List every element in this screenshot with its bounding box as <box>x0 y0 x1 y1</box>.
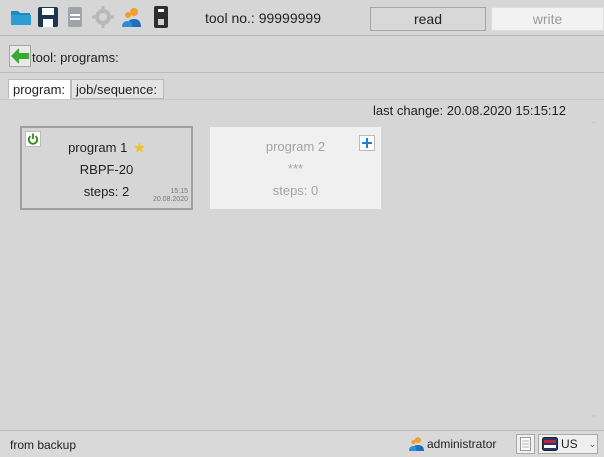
open-folder-button[interactable] <box>9 4 33 30</box>
save-icon <box>38 7 58 27</box>
read-button[interactable]: read <box>370 7 486 31</box>
breadcrumb: tool: programs: <box>0 37 604 73</box>
usb-button[interactable] <box>149 4 173 30</box>
program-card-timestamp: 15:15 20.08.2020 <box>152 188 188 203</box>
printer-icon <box>68 7 82 27</box>
program-card-title: program 1 <box>22 140 191 155</box>
users-button[interactable] <box>120 4 144 30</box>
scroll-down-icon[interactable]: ⌄ <box>590 409 598 420</box>
breadcrumb-label: tool: programs: <box>32 50 119 65</box>
program-card-subtitle: *** <box>287 161 304 176</box>
status-text: from backup <box>10 438 77 452</box>
tab-job-sequence[interactable]: job/sequence: <box>71 79 164 99</box>
tab-program[interactable]: program: <box>8 79 71 99</box>
language-select[interactable]: US ⌄ <box>538 434 598 454</box>
current-user: administrator <box>409 436 496 451</box>
write-button[interactable]: write <box>491 7 604 31</box>
settings-button[interactable] <box>91 4 115 30</box>
program-card-1[interactable]: program 1 RBPF-20 steps: 2 15:15 20.08.2… <box>20 126 193 210</box>
save-button[interactable] <box>36 4 60 30</box>
user-name: administrator <box>427 436 497 451</box>
document-icon <box>520 437 531 451</box>
settings-icon <box>92 6 114 28</box>
folder-open-icon <box>11 11 31 25</box>
star-icon <box>133 142 145 153</box>
program-card-subtitle: RBPF-20 <box>79 162 134 177</box>
chevron-down-icon: ⌄ <box>588 438 597 449</box>
print-button[interactable] <box>63 4 87 30</box>
scroll-up-icon[interactable]: ⌃ <box>590 120 598 131</box>
language-value: US <box>561 437 578 451</box>
program-card-steps: steps: 0 <box>272 183 319 198</box>
program-card-title: program 2 <box>265 139 326 154</box>
keyboard-flag-icon <box>542 437 558 451</box>
arrow-left-icon <box>11 48 29 64</box>
users-icon <box>122 8 141 27</box>
tool-number-label: tool no.: 99999999 <box>205 10 321 26</box>
user-icon <box>409 437 424 451</box>
back-button[interactable] <box>9 45 31 67</box>
usb-drive-icon <box>154 6 168 28</box>
program-card-2[interactable]: program 2 *** steps: 0 <box>209 126 382 210</box>
status-bar: from backup administrator US ⌄ <box>0 430 604 457</box>
notes-button[interactable] <box>516 434 535 454</box>
tabs-divider <box>0 99 604 100</box>
vertical-scrollbar[interactable]: ⌃ ⌄ <box>588 120 599 420</box>
toolbar: tool no.: 99999999 read write <box>0 0 604 36</box>
last-change-label: last change: 20.08.2020 15:15:12 <box>373 103 566 118</box>
